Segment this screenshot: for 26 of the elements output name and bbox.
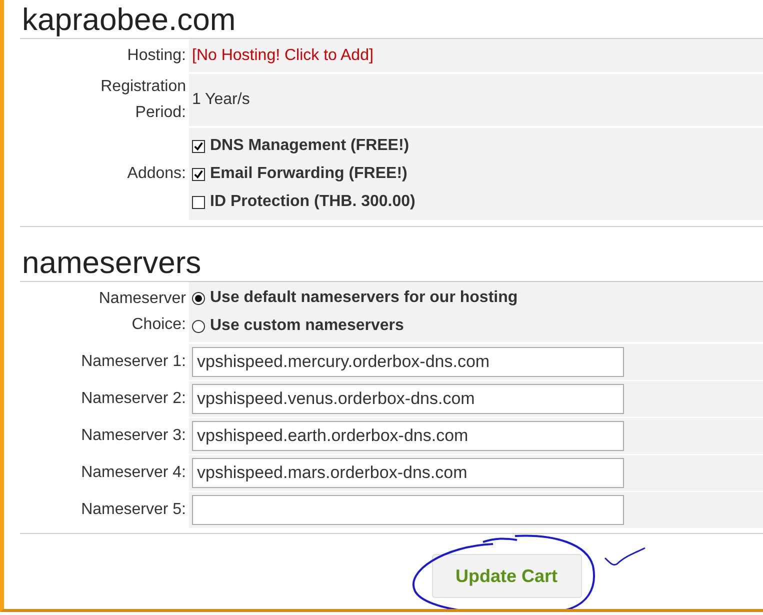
add-hosting-link[interactable]: [No Hosting! Click to Add] [192, 46, 374, 64]
nameserver-label: Nameserver 3: [81, 426, 186, 446]
registration-period-label: Registration Period: [100, 77, 186, 123]
checkbox[interactable] [192, 168, 205, 180]
checkbox[interactable] [192, 140, 205, 152]
nameserver-field[interactable]: vpshispeed.mars.orderbox-dns.com [192, 458, 624, 488]
nameserver-field[interactable]: vpshispeed.mercury.orderbox-dns.com [192, 347, 624, 377]
addons-label: Addons: [127, 164, 186, 184]
nameserver-label: Nameserver 1: [81, 352, 186, 372]
radio-button[interactable] [192, 292, 205, 304]
checkbox[interactable] [192, 196, 205, 208]
registration-period-value: 1 Year/s [192, 91, 250, 109]
nameserver-field[interactable] [192, 495, 624, 525]
addon-label: ID Protection (THB. 300.00) [210, 193, 416, 211]
nameserver-field[interactable]: vpshispeed.venus.orderbox-dns.com [192, 384, 624, 414]
radio-button[interactable] [192, 320, 205, 332]
nameserver-label: Nameserver 4: [81, 463, 186, 483]
addon-label: Email Forwarding (FREE!) [210, 165, 408, 183]
hosting-label: Hosting: [127, 46, 186, 66]
radio-label: Use default nameservers for our hosting [210, 289, 518, 307]
nameserver-label: Nameserver 2: [81, 389, 186, 409]
addon-label: DNS Management (FREE!) [210, 137, 410, 155]
nameserver-choice-label: Nameserver Choice: [98, 289, 186, 335]
nameserver-label: Nameserver 5: [81, 500, 186, 520]
nameserver-field[interactable]: vpshispeed.earth.orderbox-dns.com [192, 421, 624, 451]
radio-label: Use custom nameservers [210, 317, 404, 335]
